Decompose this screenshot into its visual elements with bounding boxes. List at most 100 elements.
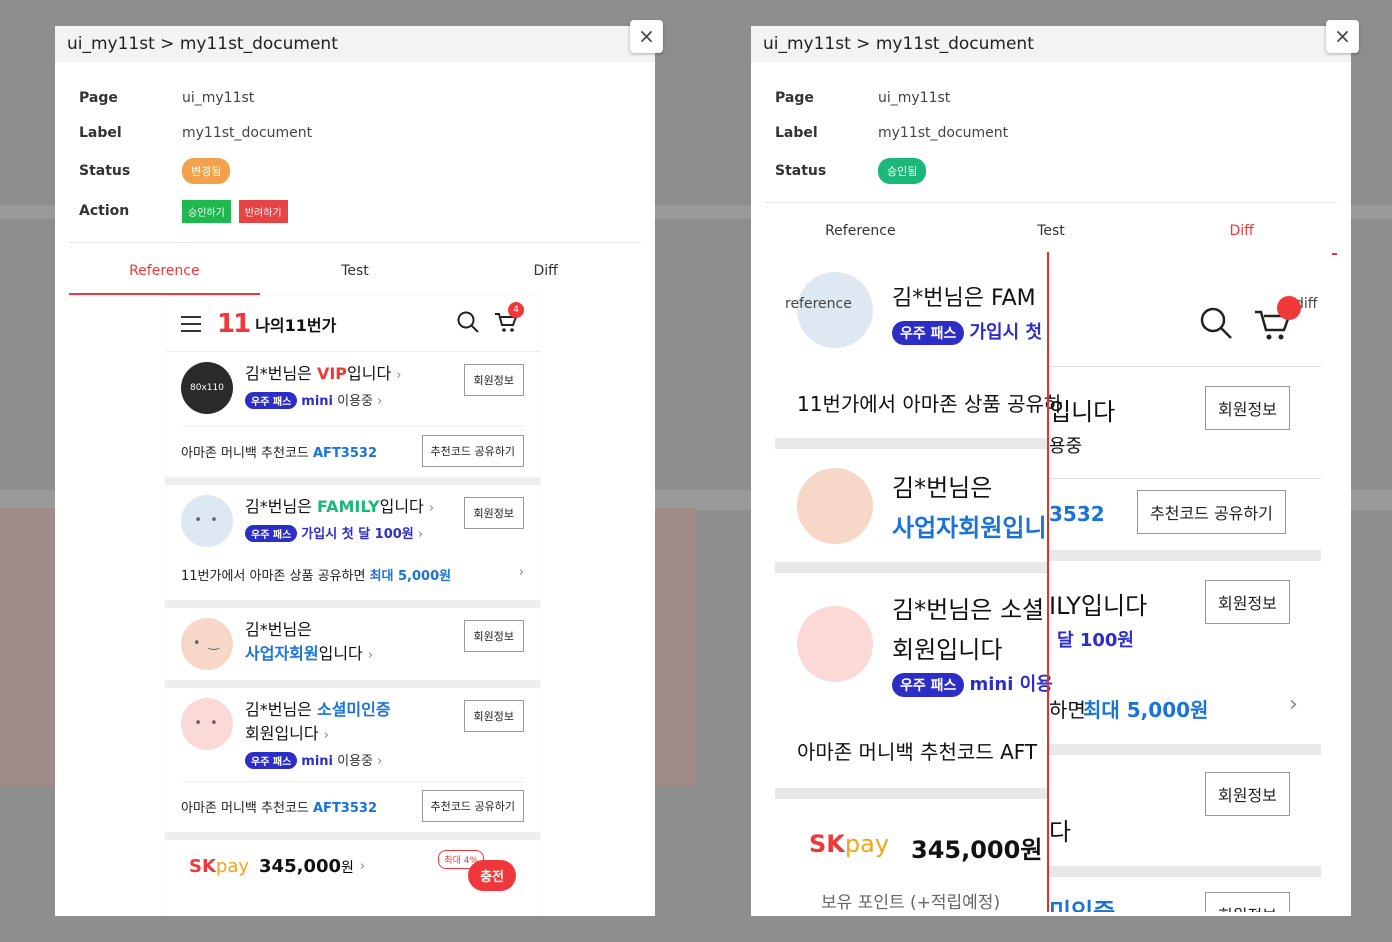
pass-badge: 우주 패스 — [245, 752, 298, 769]
review-modal-right: ui_my11st > my11st_document Page ui_my11s… — [751, 26, 1351, 916]
tab-test[interactable]: Test — [956, 209, 1147, 255]
meta-section: Page ui_my11st Label my11st_document Statu… — [751, 62, 1351, 192]
member-info-button[interactable]: 회원정보 — [1205, 386, 1290, 430]
meta-section: Page ui_my11st Label my11st_document Statu… — [55, 62, 655, 230]
member-info-button[interactable]: 회원정보 — [1205, 580, 1290, 624]
chevron-right-icon: › — [518, 565, 524, 580]
member-info-button[interactable]: 회원정보 — [463, 497, 524, 529]
share-max: 최대 5,000원 — [369, 569, 452, 584]
tab-test[interactable]: Test — [260, 249, 451, 295]
member-info-button[interactable]: 회원정보 — [1205, 772, 1290, 816]
member-card-vip: 80x110 김*번님은 VIP입니다 › 우주 패스 mini 이용중 › 회원… — [165, 352, 540, 485]
grade-suffix: 입니다 — [347, 364, 392, 383]
separator — [1049, 478, 1321, 479]
search-icon[interactable] — [456, 310, 480, 334]
avatar — [797, 606, 873, 682]
grade-text: 사업자회원입니 — [892, 514, 1047, 542]
tab-reference[interactable]: Reference — [69, 249, 260, 295]
separator — [775, 438, 1047, 449]
grade-text: VIP — [316, 364, 348, 383]
cart-count-badge: 4 — [508, 302, 524, 318]
member-name: 김*번님은 소셜 — [892, 596, 1045, 624]
share-code-button[interactable]: 추천코드 공유하기 — [421, 790, 524, 822]
share-code-button[interactable]: 추천코드 공유하기 — [1137, 490, 1286, 534]
pass-plan: mini — [301, 754, 334, 769]
chevron-right-icon: › — [396, 368, 402, 383]
chevron-right-icon: › — [359, 859, 366, 874]
member-card-business: • ‿ 김*번님은 사업자회원입니다 › 회원정보 — [165, 608, 540, 688]
member-name: 김*번님은 — [245, 497, 317, 516]
skpay-logo: SKpay — [809, 830, 890, 858]
separator — [1049, 866, 1321, 877]
charge-button[interactable]: 충전 — [468, 860, 516, 891]
skpay-logo: SKpay — [189, 856, 249, 877]
referral-label: 아마존 머니백 추천코드 — [181, 800, 313, 816]
grade-suffix: 회원입니다 — [892, 636, 1003, 664]
separator — [1049, 550, 1321, 561]
pass-offer: 가입시 첫 달 100원 — [301, 527, 414, 542]
close-button[interactable]: × — [630, 20, 663, 53]
pass-status: 이용중 — [333, 394, 374, 409]
grade-suffix: 회원입니다 — [245, 724, 319, 743]
grade-text: 사업자회원 — [245, 644, 319, 663]
share-promo-row[interactable]: 11번가에서 아마존 상품 공유하면 최대 5,000원 › — [181, 547, 524, 590]
reject-button[interactable]: 반려하기 — [238, 199, 288, 223]
pass-plan: mini 이용 — [969, 674, 1053, 695]
mobile-header: 11 나의11번가 4 — [165, 296, 540, 352]
referral-label: 아마존 머니백 추천코드 — [181, 445, 313, 461]
pass-badge: 우주 패스 — [245, 392, 298, 409]
modal-title: ui_my11st > my11st_document — [55, 26, 655, 62]
referral-code: AFT3532 — [313, 445, 377, 461]
avatar: • • — [181, 698, 233, 750]
label-key: Label — [775, 124, 818, 141]
chevron-right-icon: › — [428, 501, 435, 516]
referral-code-row: 아마존 머니백 추천코드 AFT3532 추천코드 공유하기 — [181, 426, 524, 467]
share-code-button[interactable]: 추천코드 공유하기 — [421, 435, 524, 467]
chevron-right-icon: › — [1289, 692, 1298, 717]
member-name: 김*번님은 — [245, 700, 317, 719]
pass-plan: mini — [301, 394, 334, 409]
modal-title: ui_my11st > my11st_document — [751, 26, 1351, 62]
chevron-right-icon: › — [377, 394, 383, 409]
cart-button[interactable]: 4 — [494, 302, 524, 338]
member-card-family: • • 김*번님은 FAMILY입니다 › 우주 패스 가입시 첫 달 100원 … — [165, 485, 540, 608]
separator — [775, 562, 1047, 573]
grade-suffix: 입니다 — [318, 644, 363, 663]
grade-text: 소셜미인증 — [316, 700, 391, 719]
share-text: 11번가에서 아마존 상품 공유하면 — [181, 569, 370, 584]
approve-button[interactable]: 승인하기 — [182, 199, 231, 223]
separator — [1049, 744, 1321, 755]
status-key: Status — [775, 163, 827, 179]
avatar: • • — [181, 495, 233, 547]
grade-suffix: 입니다 — [1049, 398, 1116, 426]
referral-label: 아마존 머니백 추천코드 AFT — [797, 740, 1038, 764]
member-info-button[interactable]: 회원정보 — [463, 700, 524, 732]
pass-line: 우주 패스 mini 이용 — [892, 670, 1053, 697]
menu-icon[interactable] — [181, 315, 201, 332]
separator — [1049, 366, 1321, 367]
page-value: ui_my11st — [878, 89, 951, 106]
tab-diff[interactable]: Diff — [450, 249, 641, 295]
tab-reference[interactable]: Reference — [765, 209, 956, 255]
member-info-button[interactable]: 회원정보 — [463, 364, 524, 396]
tab-bar: Reference Test Diff — [69, 249, 641, 295]
pass-badge: 우주 패스 — [892, 673, 965, 697]
pass-line: 우주 패스 가입시 첫 — [892, 318, 1042, 345]
action-key: Action — [79, 203, 130, 219]
review-modal-left: ui_my11st > my11st_document Page ui_my11s… — [55, 26, 655, 916]
diff-slider-line[interactable] — [1047, 252, 1049, 912]
label-value: my11st_document — [878, 124, 1009, 141]
tab-diff[interactable]: Diff — [1146, 209, 1338, 255]
reference-screenshot: 11 나의11번가 4 80x110 김*번님은 VIP입니다 › 우주 패스 m… — [165, 296, 540, 916]
referral-code-row: 아마존 머니백 추천코드 AFT3532 추천코드 공유하기 — [181, 781, 524, 822]
page-key: Page — [79, 89, 118, 106]
skpay-brand-suffix: pay — [215, 856, 250, 877]
member-info-button[interactable]: 회원정보 — [1205, 892, 1290, 912]
member-info-button[interactable]: 회원정보 — [463, 620, 524, 652]
reference-label: reference — [785, 296, 852, 312]
close-button[interactable]: × — [1326, 20, 1359, 53]
logo: 11 — [217, 308, 251, 339]
pay-amount: 345,000원 — [911, 836, 1043, 864]
pay-unit: 원 — [341, 859, 354, 876]
skpay-row[interactable]: SKpay 345,000 원 › 최대 4% 충전 — [165, 840, 540, 893]
